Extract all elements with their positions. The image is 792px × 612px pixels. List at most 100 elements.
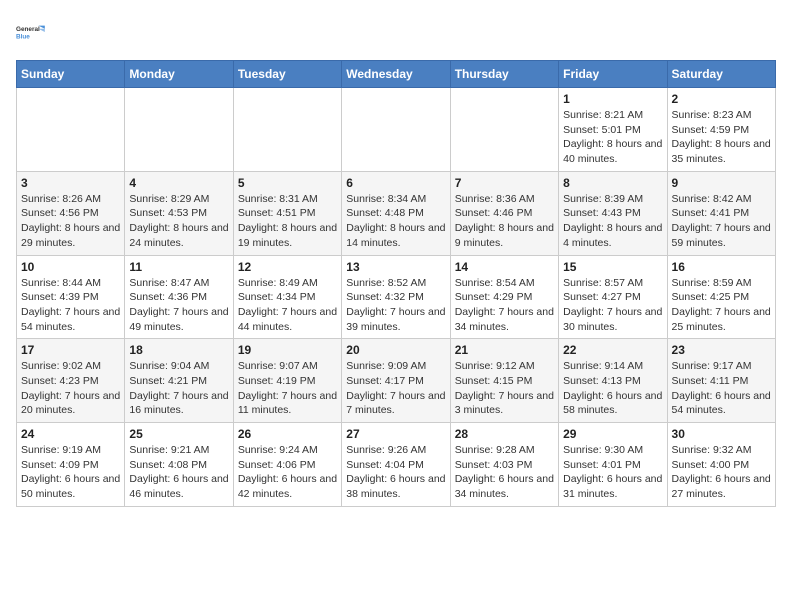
week-row-4: 17Sunrise: 9:02 AM Sunset: 4:23 PM Dayli… [17, 339, 776, 423]
day-cell [342, 88, 450, 172]
day-number: 28 [455, 427, 554, 441]
day-info: Sunrise: 9:21 AM Sunset: 4:08 PM Dayligh… [129, 443, 228, 502]
day-cell: 29Sunrise: 9:30 AM Sunset: 4:01 PM Dayli… [559, 423, 667, 507]
day-cell: 1Sunrise: 8:21 AM Sunset: 5:01 PM Daylig… [559, 88, 667, 172]
weekday-header-thursday: Thursday [450, 61, 558, 88]
day-cell: 6 Sunrise: 8:34 AM Sunset: 4:48 PM Daylig… [342, 171, 450, 255]
day-number: 16 [672, 260, 771, 274]
day-number: 9 [672, 176, 771, 190]
day-info: Sunrise: 9:24 AM Sunset: 4:06 PM Dayligh… [238, 443, 337, 502]
day-cell: 28 Sunrise: 9:28 AM Sunset: 4:03 PM Dayli… [450, 423, 558, 507]
day-cell: 20Sunrise: 9:09 AM Sunset: 4:17 PM Dayli… [342, 339, 450, 423]
day-info: Sunrise: 8:21 AM Sunset: 5:01 PM Dayligh… [563, 108, 662, 167]
day-number: 19 [238, 343, 337, 357]
day-info: Sunrise: 8:54 AM Sunset: 4:29 PM Dayligh… [455, 276, 554, 335]
weekday-header-row: SundayMondayTuesdayWednesdayThursdayFrid… [17, 61, 776, 88]
day-number: 6 [346, 176, 445, 190]
weekday-header-tuesday: Tuesday [233, 61, 341, 88]
day-number: 18 [129, 343, 228, 357]
day-cell: 12 Sunrise: 8:49 AM Sunset: 4:34 PM Dayli… [233, 255, 341, 339]
day-number: 23 [672, 343, 771, 357]
day-number: 11 [129, 260, 228, 274]
day-info: Sunrise: 8:49 AM Sunset: 4:34 PM Dayligh… [238, 276, 337, 335]
day-info: Sunrise: 8:59 AM Sunset: 4:25 PM Dayligh… [672, 276, 771, 335]
day-cell: 8Sunrise: 8:39 AM Sunset: 4:43 PM Daylig… [559, 171, 667, 255]
day-cell: 18 Sunrise: 9:04 AM Sunset: 4:21 PM Dayli… [125, 339, 233, 423]
day-info: Sunrise: 8:42 AM Sunset: 4:41 PM Dayligh… [672, 192, 771, 251]
day-number: 13 [346, 260, 445, 274]
day-cell: 10 Sunrise: 8:44 AM Sunset: 4:39 PM Dayli… [17, 255, 125, 339]
day-number: 30 [672, 427, 771, 441]
day-number: 3 [21, 176, 120, 190]
day-cell: 15 Sunrise: 8:57 AM Sunset: 4:27 PM Dayli… [559, 255, 667, 339]
svg-text:Blue: Blue [16, 33, 30, 40]
day-number: 27 [346, 427, 445, 441]
day-cell: 16 Sunrise: 8:59 AM Sunset: 4:25 PM Dayli… [667, 255, 775, 339]
day-number: 24 [21, 427, 120, 441]
day-number: 2 [672, 92, 771, 106]
logo: GeneralBlue [16, 16, 48, 48]
day-number: 14 [455, 260, 554, 274]
day-cell: 4 Sunrise: 8:29 AM Sunset: 4:53 PM Daylig… [125, 171, 233, 255]
week-row-5: 24 Sunrise: 9:19 AM Sunset: 4:09 PM Dayli… [17, 423, 776, 507]
day-number: 10 [21, 260, 120, 274]
day-cell: 14 Sunrise: 8:54 AM Sunset: 4:29 PM Dayli… [450, 255, 558, 339]
day-cell: 5 Sunrise: 8:31 AM Sunset: 4:51 PM Daylig… [233, 171, 341, 255]
calendar-table: SundayMondayTuesdayWednesdayThursdayFrid… [16, 60, 776, 507]
day-cell: 23Sunrise: 9:17 AM Sunset: 4:11 PM Dayli… [667, 339, 775, 423]
day-cell: 22Sunrise: 9:14 AM Sunset: 4:13 PM Dayli… [559, 339, 667, 423]
weekday-header-friday: Friday [559, 61, 667, 88]
day-cell: 30 Sunrise: 9:32 AM Sunset: 4:00 PM Dayli… [667, 423, 775, 507]
day-number: 7 [455, 176, 554, 190]
day-cell: 13 Sunrise: 8:52 AM Sunset: 4:32 PM Dayli… [342, 255, 450, 339]
week-row-2: 3 Sunrise: 8:26 AM Sunset: 4:56 PM Daylig… [17, 171, 776, 255]
day-number: 12 [238, 260, 337, 274]
day-number: 21 [455, 343, 554, 357]
logo-icon: GeneralBlue [16, 16, 48, 48]
day-info: Sunrise: 8:23 AM Sunset: 4:59 PM Dayligh… [672, 108, 771, 167]
day-cell: 17Sunrise: 9:02 AM Sunset: 4:23 PM Dayli… [17, 339, 125, 423]
day-info: Sunrise: 9:32 AM Sunset: 4:00 PM Dayligh… [672, 443, 771, 502]
weekday-header-sunday: Sunday [17, 61, 125, 88]
weekday-header-wednesday: Wednesday [342, 61, 450, 88]
day-number: 5 [238, 176, 337, 190]
day-info: Sunrise: 8:44 AM Sunset: 4:39 PM Dayligh… [21, 276, 120, 335]
day-number: 20 [346, 343, 445, 357]
day-info: Sunrise: 9:19 AM Sunset: 4:09 PM Dayligh… [21, 443, 120, 502]
day-info: Sunrise: 9:04 AM Sunset: 4:21 PM Dayligh… [129, 359, 228, 418]
day-number: 25 [129, 427, 228, 441]
day-info: Sunrise: 8:57 AM Sunset: 4:27 PM Dayligh… [563, 276, 662, 335]
day-info: Sunrise: 8:26 AM Sunset: 4:56 PM Dayligh… [21, 192, 120, 251]
day-info: Sunrise: 9:30 AM Sunset: 4:01 PM Dayligh… [563, 443, 662, 502]
day-info: Sunrise: 8:52 AM Sunset: 4:32 PM Dayligh… [346, 276, 445, 335]
day-info: Sunrise: 9:07 AM Sunset: 4:19 PM Dayligh… [238, 359, 337, 418]
week-row-1: 1Sunrise: 8:21 AM Sunset: 5:01 PM Daylig… [17, 88, 776, 172]
day-cell [17, 88, 125, 172]
day-info: Sunrise: 9:28 AM Sunset: 4:03 PM Dayligh… [455, 443, 554, 502]
day-info: Sunrise: 8:34 AM Sunset: 4:48 PM Dayligh… [346, 192, 445, 251]
day-info: Sunrise: 8:39 AM Sunset: 4:43 PM Dayligh… [563, 192, 662, 251]
day-number: 26 [238, 427, 337, 441]
day-cell: 19 Sunrise: 9:07 AM Sunset: 4:19 PM Dayli… [233, 339, 341, 423]
day-cell: 21Sunrise: 9:12 AM Sunset: 4:15 PM Dayli… [450, 339, 558, 423]
day-number: 4 [129, 176, 228, 190]
day-cell [125, 88, 233, 172]
day-cell: 11 Sunrise: 8:47 AM Sunset: 4:36 PM Dayli… [125, 255, 233, 339]
day-cell: 9 Sunrise: 8:42 AM Sunset: 4:41 PM Daylig… [667, 171, 775, 255]
day-cell: 2 Sunrise: 8:23 AM Sunset: 4:59 PM Daylig… [667, 88, 775, 172]
day-info: Sunrise: 9:02 AM Sunset: 4:23 PM Dayligh… [21, 359, 120, 418]
weekday-header-saturday: Saturday [667, 61, 775, 88]
day-cell: 24 Sunrise: 9:19 AM Sunset: 4:09 PM Dayli… [17, 423, 125, 507]
day-cell: 27Sunrise: 9:26 AM Sunset: 4:04 PM Dayli… [342, 423, 450, 507]
day-cell [450, 88, 558, 172]
day-cell [233, 88, 341, 172]
day-info: Sunrise: 9:14 AM Sunset: 4:13 PM Dayligh… [563, 359, 662, 418]
day-cell: 7 Sunrise: 8:36 AM Sunset: 4:46 PM Daylig… [450, 171, 558, 255]
day-info: Sunrise: 8:47 AM Sunset: 4:36 PM Dayligh… [129, 276, 228, 335]
day-info: Sunrise: 8:36 AM Sunset: 4:46 PM Dayligh… [455, 192, 554, 251]
weekday-header-monday: Monday [125, 61, 233, 88]
day-info: Sunrise: 8:29 AM Sunset: 4:53 PM Dayligh… [129, 192, 228, 251]
day-info: Sunrise: 8:31 AM Sunset: 4:51 PM Dayligh… [238, 192, 337, 251]
svg-text:General: General [16, 26, 40, 33]
day-number: 15 [563, 260, 662, 274]
